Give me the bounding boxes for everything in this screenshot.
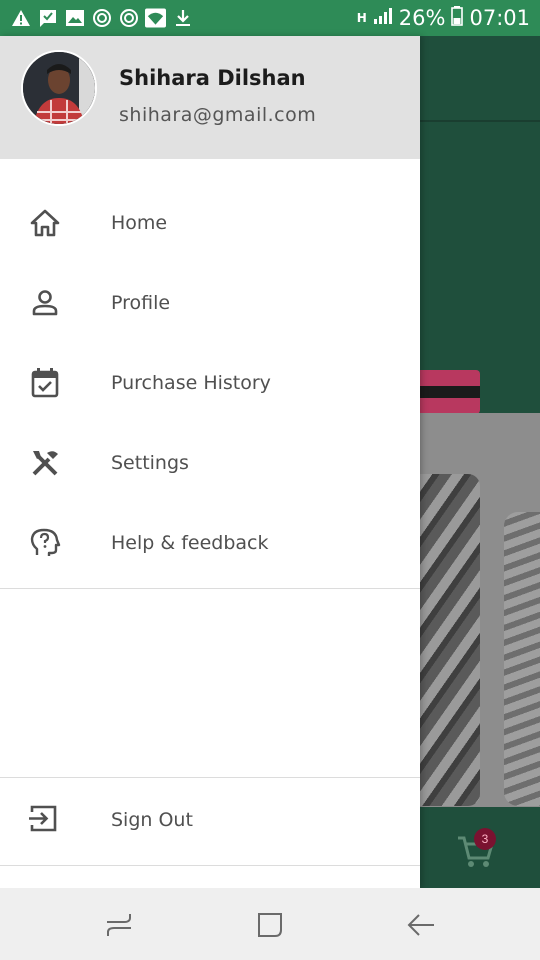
message-icon bbox=[37, 8, 58, 29]
avatar[interactable] bbox=[21, 50, 97, 126]
wifi-icon bbox=[145, 8, 166, 29]
menu-item-help-feedback[interactable]: Help & feedback bbox=[0, 503, 420, 583]
recent-apps-icon[interactable] bbox=[104, 910, 134, 940]
navigation-drawer: Shihara Dilshan shihara@gmail.com Home P… bbox=[0, 36, 420, 888]
drawer-menu: Home Profile Purchase History Settings H… bbox=[0, 183, 420, 583]
help-head-icon bbox=[27, 525, 63, 561]
sync-icon bbox=[91, 8, 112, 29]
battery-icon bbox=[451, 5, 464, 31]
menu-item-label: Home bbox=[111, 212, 168, 234]
menu-item-label: Settings bbox=[111, 452, 189, 474]
system-nav-bar bbox=[0, 888, 540, 960]
download-icon bbox=[172, 8, 193, 29]
divider bbox=[0, 865, 420, 866]
sync-icon bbox=[118, 8, 139, 29]
tools-icon bbox=[27, 445, 63, 481]
product-image bbox=[504, 512, 540, 806]
sign-out-label: Sign Out bbox=[111, 809, 193, 831]
status-bar: H 26% 07:01 bbox=[0, 0, 540, 36]
clock: 07:01 bbox=[469, 6, 530, 30]
menu-item-home[interactable]: Home bbox=[0, 183, 420, 263]
cart-badge: 3 bbox=[474, 828, 496, 850]
battery-percent: 26% bbox=[398, 6, 446, 30]
system-status: H 26% 07:01 bbox=[356, 5, 530, 31]
menu-item-label: Help & feedback bbox=[111, 532, 269, 554]
person-icon bbox=[27, 285, 63, 321]
user-email: shihara@gmail.com bbox=[119, 104, 317, 126]
menu-item-profile[interactable]: Profile bbox=[0, 263, 420, 343]
network-type: H bbox=[356, 11, 367, 25]
home-icon bbox=[27, 205, 63, 241]
divider bbox=[0, 588, 420, 589]
menu-item-settings[interactable]: Settings bbox=[0, 423, 420, 503]
menu-item-label: Purchase History bbox=[111, 372, 271, 394]
sign-out-button[interactable]: Sign Out bbox=[0, 779, 420, 863]
menu-item-label: Profile bbox=[111, 292, 171, 314]
calendar-check-icon bbox=[27, 365, 63, 401]
warning-icon bbox=[10, 8, 31, 29]
divider bbox=[0, 777, 420, 778]
promo-card bbox=[420, 370, 480, 414]
home-button-icon[interactable] bbox=[255, 910, 285, 940]
image-icon bbox=[64, 8, 85, 29]
drawer-header: Shihara Dilshan shihara@gmail.com bbox=[0, 36, 420, 159]
sign-out-icon bbox=[27, 802, 63, 838]
user-name: Shihara Dilshan bbox=[119, 66, 306, 90]
signal-icon bbox=[373, 6, 393, 30]
notification-icons bbox=[10, 8, 193, 29]
menu-item-purchase-history[interactable]: Purchase History bbox=[0, 343, 420, 423]
back-icon[interactable] bbox=[406, 910, 436, 940]
